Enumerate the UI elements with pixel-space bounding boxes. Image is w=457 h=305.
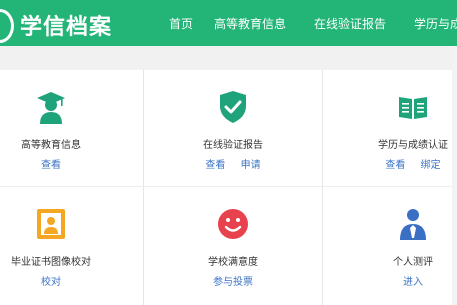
column-divider: [322, 70, 323, 305]
card-links: 校对: [0, 273, 124, 288]
card-title: 毕业证书图像校对: [11, 257, 91, 268]
graduate-person-icon: [35, 90, 67, 124]
card-school-satisfaction[interactable]: 学校满意度 参与投票: [160, 187, 306, 303]
enter-link[interactable]: 进入: [403, 277, 423, 288]
card-links: 查看 申请: [160, 156, 306, 171]
service-grid: 高等教育信息 查看 在线验证报告 查看 申请 学历与成绩认证 查看 绑定 毕业证…: [0, 70, 457, 305]
card-personal-assessment[interactable]: 个人测评 进入: [340, 187, 457, 303]
card-diploma-image-check[interactable]: 毕业证书图像校对 校对: [0, 187, 124, 303]
card-title: 学历与成绩认证: [378, 140, 448, 151]
apply-link[interactable]: 申请: [241, 160, 261, 171]
nav-item-education-grades[interactable]: 学历与成: [414, 15, 457, 32]
card-title: 高等教育信息: [21, 140, 81, 151]
scrollbar-track[interactable]: [452, 46, 457, 305]
card-online-verification-report[interactable]: 在线验证报告 查看 申请: [160, 70, 306, 186]
smiley-face-icon: [217, 207, 249, 241]
card-title: 在线验证报告: [203, 140, 263, 151]
logo-swoosh-icon: [0, 9, 14, 43]
view-link[interactable]: 查看: [41, 160, 61, 171]
card-title: 学校满意度: [208, 257, 258, 268]
card-links: 进入: [340, 273, 457, 288]
top-navigation-bar: 学信档案 首页 高等教育信息 在线验证报告 学历与成: [0, 0, 457, 46]
shield-check-icon: [217, 90, 249, 124]
nav-item-higher-education-info[interactable]: 高等教育信息: [214, 15, 286, 32]
check-link[interactable]: 校对: [41, 277, 61, 288]
bind-link[interactable]: 绑定: [421, 160, 441, 171]
view-link[interactable]: 查看: [385, 160, 405, 171]
view-link[interactable]: 查看: [205, 160, 225, 171]
column-divider: [143, 70, 144, 305]
person-tie-icon: [397, 207, 429, 241]
subheader-strip: [0, 46, 457, 70]
card-higher-education-info[interactable]: 高等教育信息 查看: [0, 70, 124, 186]
nav-item-home[interactable]: 首页: [169, 15, 193, 32]
nav-item-online-verification-report[interactable]: 在线验证报告: [314, 15, 386, 32]
portrait-frame-icon: [35, 207, 67, 241]
vote-link[interactable]: 参与投票: [213, 277, 253, 288]
card-education-grades-certification[interactable]: 学历与成绩认证 查看 绑定: [340, 70, 457, 186]
card-title: 个人测评: [393, 257, 433, 268]
brand-logo[interactable]: 学信档案: [20, 9, 112, 41]
card-links: 查看 绑定: [340, 156, 457, 171]
card-links: 参与投票: [160, 273, 306, 288]
open-book-icon: [397, 90, 429, 124]
card-links: 查看: [0, 156, 124, 171]
